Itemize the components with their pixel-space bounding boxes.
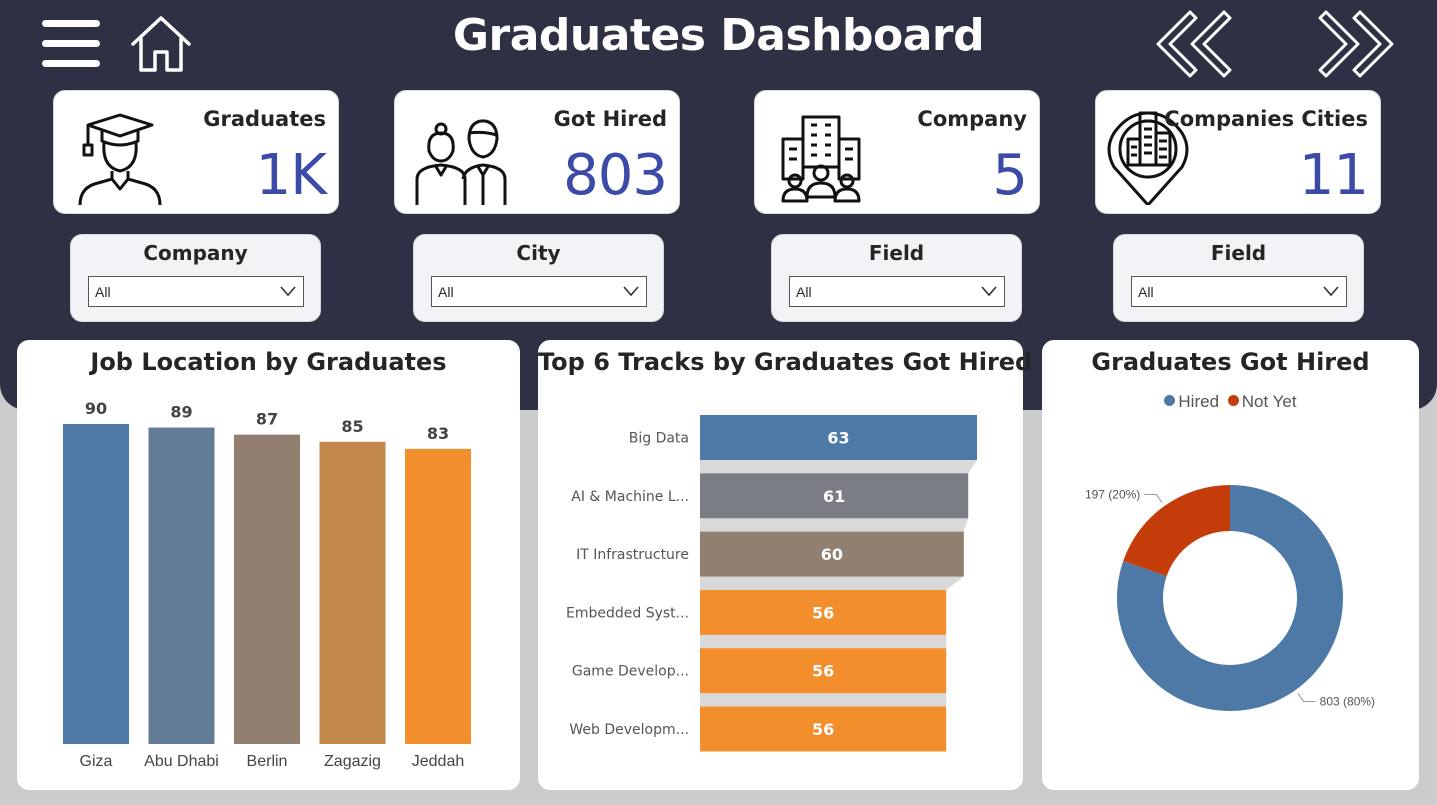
data-label: 87 bbox=[256, 410, 278, 429]
data-label: 56 bbox=[812, 662, 834, 681]
slicer-selected-value: All bbox=[1138, 284, 1154, 300]
double-chevron-left-icon[interactable] bbox=[1152, 8, 1236, 80]
kpi-value: 5 bbox=[992, 143, 1028, 208]
kpi-value: 803 bbox=[563, 143, 668, 208]
x-tick-label: Giza bbox=[80, 753, 113, 770]
category-label: Embedded Syst... bbox=[566, 605, 689, 621]
company-building-icon bbox=[781, 115, 861, 203]
kpi-card-company: Company 5 bbox=[754, 90, 1040, 214]
data-label: 61 bbox=[823, 487, 845, 506]
employees-icon bbox=[415, 119, 507, 205]
funnel-connector bbox=[700, 518, 969, 532]
bar[interactable] bbox=[148, 427, 215, 744]
slicer-dropdown[interactable]: All bbox=[1131, 276, 1347, 307]
leader-line bbox=[1297, 693, 1316, 702]
slicer-dropdown[interactable]: All bbox=[88, 276, 304, 307]
kpi-card-got-hired: Got Hired 803 bbox=[394, 90, 680, 214]
slicer-title: Field bbox=[868, 241, 925, 265]
data-label: 56 bbox=[812, 603, 834, 622]
kpi-label: Company bbox=[917, 107, 1027, 131]
category-label: Web Developm... bbox=[569, 722, 689, 738]
slicer-field-2: Field All bbox=[1113, 234, 1364, 322]
data-label: 197 (20%) bbox=[1085, 488, 1140, 502]
chart-card-top-tracks: Top 6 Tracks by Graduates Got Hired 63 Bi… bbox=[538, 340, 1032, 790]
chevron-down-icon bbox=[981, 286, 997, 297]
data-label: 85 bbox=[341, 417, 363, 436]
job-location-bar-chart: 90 Giza 89 Abu Dhabi 87 Berlin 85 Zagazig 83 Jedd… bbox=[63, 399, 471, 770]
double-chevron-right-icon[interactable] bbox=[1314, 8, 1398, 80]
got-hired-donut-chart: 803 (80%) 197 (20%) bbox=[1085, 485, 1375, 711]
bar[interactable] bbox=[234, 434, 300, 744]
category-label: Big Data bbox=[629, 431, 689, 447]
slicer-title: Company bbox=[143, 241, 248, 265]
kpi-card-graduates: Graduates 1K bbox=[53, 90, 339, 214]
slicer-selected-value: All bbox=[95, 284, 111, 300]
data-label: 60 bbox=[821, 545, 843, 564]
bar[interactable] bbox=[405, 448, 471, 744]
data-label: 89 bbox=[170, 403, 192, 422]
category-label: Game Develop... bbox=[572, 664, 689, 680]
slicer-selected-value: All bbox=[796, 284, 812, 300]
top-tracks-funnel-chart: 63 Big Data 61 AI & Machine L... 60 IT Infras… bbox=[566, 415, 977, 752]
slicer-city: City All bbox=[413, 234, 664, 322]
bar[interactable] bbox=[63, 424, 129, 744]
kpi-label: Got Hired bbox=[553, 107, 667, 131]
leader-line bbox=[1144, 494, 1163, 503]
x-tick-label: Jeddah bbox=[412, 753, 465, 770]
data-label: 83 bbox=[427, 424, 449, 443]
funnel-connector bbox=[700, 693, 947, 707]
chevron-down-icon bbox=[280, 286, 296, 297]
chart-card-got-hired: Graduates Got Hired Hired Not Yet 803 (8… bbox=[1042, 340, 1419, 790]
data-label: 803 (80%) bbox=[1320, 694, 1375, 708]
slicer-field: Field All bbox=[771, 234, 1022, 322]
x-tick-label: Abu Dhabi bbox=[144, 753, 219, 770]
x-tick-label: Zagazig bbox=[324, 753, 381, 770]
kpi-value: 1K bbox=[255, 143, 327, 208]
slicer-title: City bbox=[516, 241, 561, 265]
kpi-card-companies-cities: Companies Cities 11 bbox=[1095, 90, 1381, 214]
slicer-selected-value: All bbox=[438, 284, 454, 300]
slicer-dropdown[interactable]: All bbox=[431, 276, 647, 307]
category-label: AI & Machine L... bbox=[571, 489, 689, 505]
chevron-down-icon bbox=[623, 286, 639, 297]
chart-card-job-location: Job Location by Graduates 90 Giza 89 Abu Dh… bbox=[17, 340, 520, 790]
funnel-connector bbox=[700, 576, 964, 590]
category-label: IT Infrastructure bbox=[576, 547, 689, 563]
chevron-down-icon bbox=[1323, 286, 1339, 297]
data-label: 56 bbox=[812, 720, 834, 739]
bar[interactable] bbox=[319, 441, 386, 744]
slicer-dropdown[interactable]: All bbox=[789, 276, 1005, 307]
kpi-value: 11 bbox=[1298, 143, 1369, 208]
slicer-company: Company All bbox=[70, 234, 321, 322]
data-label: 63 bbox=[827, 429, 849, 448]
x-tick-label: Berlin bbox=[247, 753, 288, 770]
funnel-connector bbox=[700, 634, 947, 649]
data-label: 90 bbox=[85, 399, 107, 418]
kpi-label: Graduates bbox=[203, 107, 326, 131]
slicer-title: Field bbox=[1210, 241, 1267, 265]
kpi-label: Companies Cities bbox=[1164, 107, 1368, 131]
funnel-connector bbox=[700, 460, 977, 474]
graduate-icon bbox=[78, 113, 162, 205]
